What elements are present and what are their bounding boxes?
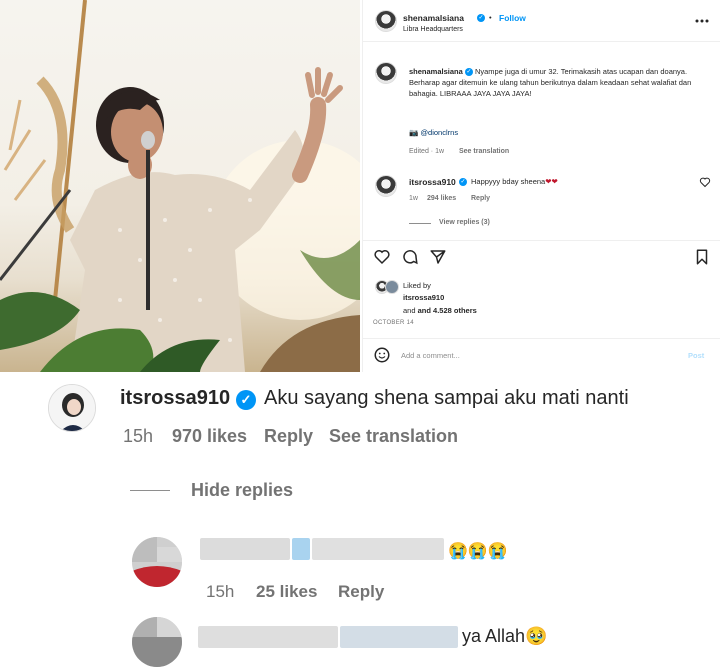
reply-time: 15h bbox=[206, 582, 235, 601]
heart-icon[interactable] bbox=[373, 248, 391, 266]
caption-mention-link[interactable]: 📷 @dionclrns bbox=[409, 128, 458, 137]
zoom-reply-link[interactable]: Reply bbox=[264, 426, 313, 447]
zoom-comment-time: 15h bbox=[123, 426, 154, 446]
view-replies-link[interactable]: View replies (3) bbox=[439, 219, 490, 226]
section-divider bbox=[363, 240, 720, 241]
hide-replies-line bbox=[130, 490, 170, 491]
reply-likes[interactable]: 25 likes bbox=[256, 582, 317, 602]
hide-replies-link[interactable]: Hide replies bbox=[191, 480, 293, 501]
reply-text: ya Allah🥹 bbox=[462, 626, 548, 646]
liked-by-user[interactable]: itsrossa910 bbox=[403, 293, 444, 302]
post-side-panel: shenamalsiana ✓ • Follow Libra Headquart… bbox=[362, 0, 720, 372]
share-icon[interactable] bbox=[429, 248, 447, 266]
section-divider bbox=[363, 338, 720, 339]
author-username[interactable]: shenamalsiana bbox=[403, 13, 464, 23]
liked-by-others[interactable]: and and 4.528 others bbox=[403, 306, 477, 315]
zoom-avatar-illustration bbox=[49, 385, 95, 431]
zoom-comment-text: Aku sayang shena sampai aku mati nanti bbox=[264, 387, 629, 409]
commenter-username[interactable]: itsrossa910 bbox=[409, 177, 456, 187]
reply-avatar[interactable] bbox=[132, 617, 182, 667]
comment-icon[interactable] bbox=[401, 248, 419, 266]
post-photo[interactable] bbox=[0, 0, 360, 372]
post-caption: shenamalsiana ✓ Nyampe juga di umur 32. … bbox=[409, 66, 709, 99]
zoom-commenter-avatar[interactable] bbox=[48, 384, 96, 432]
see-translation-link[interactable]: See translation bbox=[459, 148, 509, 155]
follow-button[interactable]: Follow bbox=[499, 13, 526, 23]
dot-separator: • bbox=[489, 13, 492, 22]
verified-badge-icon: ✓ bbox=[477, 14, 485, 22]
reply-reply-link[interactable]: Reply bbox=[338, 582, 384, 602]
post-photo-illustration bbox=[0, 0, 360, 372]
commenter-avatar[interactable] bbox=[375, 175, 397, 197]
view-replies-line bbox=[409, 223, 431, 224]
more-horizontal-icon[interactable] bbox=[693, 12, 711, 30]
comment-like-heart-icon[interactable] bbox=[699, 176, 711, 188]
zoom-commenter-username[interactable]: itsrossa910 bbox=[120, 387, 230, 410]
liker-avatar bbox=[385, 280, 399, 294]
post-comment-button[interactable]: Post bbox=[688, 351, 704, 360]
verified-badge-icon: ✓ bbox=[459, 178, 467, 186]
add-comment-input[interactable]: Add a comment... bbox=[401, 351, 460, 360]
zoom-comment-likes[interactable]: 970 likes bbox=[172, 426, 247, 447]
author-avatar[interactable] bbox=[375, 10, 397, 32]
reply-emoji: 😭😭😭 bbox=[448, 543, 508, 560]
verified-badge-icon: ✓ bbox=[464, 68, 473, 77]
comment-text: Happyyy bday sheena❤❤ bbox=[471, 177, 558, 186]
zoom-see-translation-link[interactable]: See translation bbox=[329, 426, 458, 447]
post-date: OCTOBER 14 bbox=[373, 320, 414, 326]
bookmark-icon[interactable] bbox=[693, 248, 711, 266]
blurred-avatar-icon bbox=[132, 537, 182, 587]
caption-meta: Edited · 1w bbox=[409, 148, 445, 155]
emoji-icon[interactable] bbox=[373, 346, 391, 364]
post-header: shenamalsiana ✓ • Follow Libra Headquart… bbox=[363, 0, 720, 42]
blurred-avatar-icon bbox=[132, 617, 182, 667]
caption-username[interactable]: shenamalsiana bbox=[409, 67, 463, 76]
comment-time: 1w bbox=[409, 195, 418, 202]
reply-avatar[interactable] bbox=[132, 537, 182, 587]
post-location[interactable]: Libra Headquarters bbox=[403, 26, 463, 33]
comment-likes[interactable]: 294 likes bbox=[427, 195, 456, 202]
caption-author-avatar[interactable] bbox=[375, 62, 397, 84]
verified-badge-icon: ✓ bbox=[236, 390, 256, 410]
comment-reply-link[interactable]: Reply bbox=[471, 195, 490, 202]
liked-by-label: Liked by bbox=[403, 281, 431, 290]
